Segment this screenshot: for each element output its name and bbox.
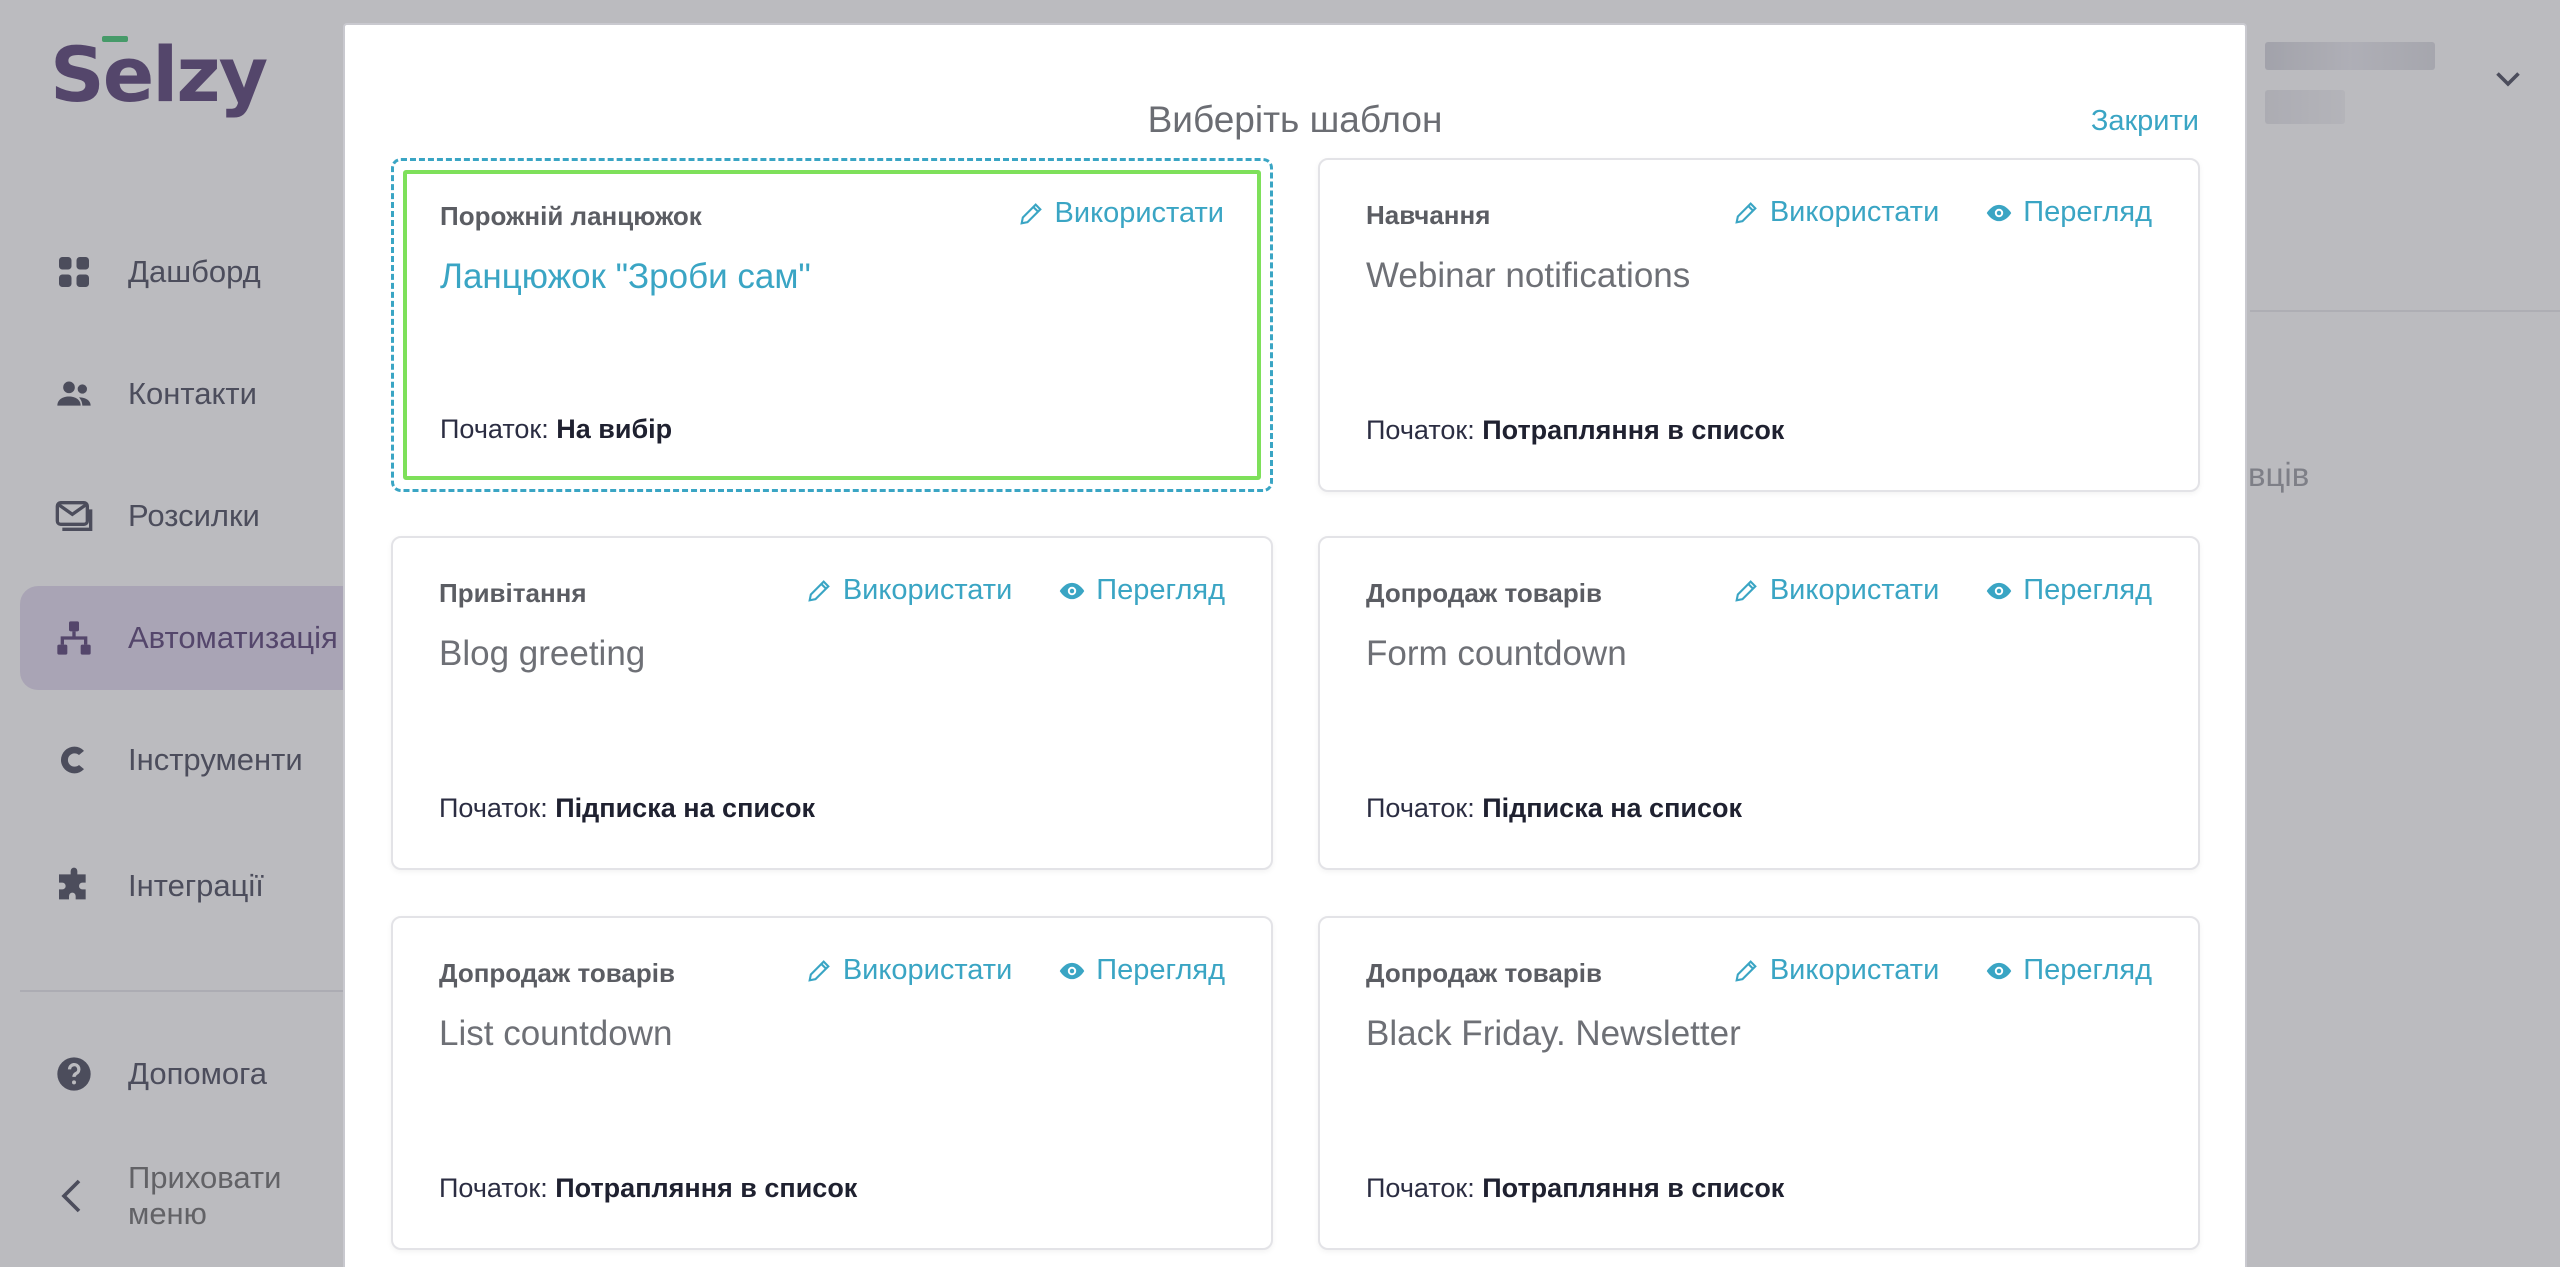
- use-template-button[interactable]: Використати: [805, 954, 1012, 987]
- use-template-button[interactable]: Використати: [1732, 196, 1939, 229]
- card-actions: Використати Перегляд: [1732, 574, 2152, 607]
- card-title: Webinar notifications: [1366, 256, 1691, 295]
- card-start: Початок: На вибір: [440, 414, 672, 445]
- card-actions: Використати: [1017, 197, 1224, 230]
- card-title: Black Friday. Newsletter: [1366, 1014, 1741, 1053]
- use-template-button[interactable]: Використати: [1732, 954, 1939, 987]
- eye-icon: [1058, 577, 1086, 605]
- start-prefix: Початок:: [439, 793, 548, 823]
- preview-button[interactable]: Перегляд: [1058, 574, 1225, 607]
- eye-icon: [1985, 577, 2013, 605]
- card-category: Привітання: [439, 578, 587, 608]
- card-actions: Використати Перегляд: [1732, 954, 2152, 987]
- card-category: Допродаж товарів: [1366, 578, 1602, 608]
- card-actions: Використати Перегляд: [1732, 196, 2152, 229]
- preview-label: Перегляд: [1096, 574, 1225, 606]
- use-label: Використати: [1769, 954, 1940, 986]
- card-start: Початок: Підписка на список: [439, 793, 815, 824]
- card-category: Допродаж товарів: [439, 958, 675, 988]
- eye-icon: [1985, 957, 2013, 985]
- pencil-icon: [1732, 957, 1760, 985]
- use-label: Використати: [1769, 196, 1940, 228]
- use-label: Використати: [1769, 574, 1940, 606]
- preview-label: Перегляд: [1096, 954, 1225, 986]
- template-card[interactable]: Допродаж товарів Використати Перегляд Bl…: [1318, 916, 2200, 1250]
- template-card[interactable]: Допродаж товарів Використати Перегляд Fo…: [1318, 536, 2200, 870]
- preview-button[interactable]: Перегляд: [1985, 196, 2152, 229]
- preview-label: Перегляд: [2023, 954, 2152, 986]
- card-title[interactable]: Ланцюжок "Зроби сам": [440, 257, 811, 297]
- card-start: Початок: Потрапляння в список: [439, 1173, 857, 1204]
- modal-title: Виберіть шаблон: [1147, 99, 1443, 140]
- card-category: Навчання: [1366, 200, 1491, 230]
- preview-button[interactable]: Перегляд: [1985, 574, 2152, 607]
- start-value: Потрапляння в список: [1482, 1173, 1785, 1203]
- start-prefix: Початок:: [1366, 793, 1475, 823]
- preview-label: Перегляд: [2023, 196, 2152, 228]
- template-card[interactable]: Допродаж товарів Використати Перегляд Li…: [391, 916, 1273, 1250]
- preview-button[interactable]: Перегляд: [1058, 954, 1225, 987]
- start-value: Потрапляння в список: [1482, 415, 1785, 445]
- card-category: Порожній ланцюжок: [440, 201, 702, 231]
- card-title: Form countdown: [1366, 634, 1627, 673]
- start-value: Потрапляння в список: [555, 1173, 858, 1203]
- use-label: Використати: [842, 574, 1013, 606]
- start-prefix: Початок:: [440, 414, 549, 444]
- close-button[interactable]: Закрити: [2091, 105, 2199, 138]
- eye-icon: [1058, 957, 1086, 985]
- card-actions: Використати Перегляд: [805, 954, 1225, 987]
- pencil-icon: [1017, 200, 1045, 228]
- card-actions: Використати Перегляд: [805, 574, 1225, 607]
- preview-label: Перегляд: [2023, 574, 2152, 606]
- template-card[interactable]: Навчання Використати Перегляд Webinar no…: [1318, 158, 2200, 492]
- start-value: Підписка на список: [1482, 793, 1743, 823]
- template-card[interactable]: Порожній ланцюжок Використати Ланцюжок "…: [391, 158, 1273, 492]
- use-label: Використати: [1054, 197, 1224, 229]
- card-start: Початок: Підписка на список: [1366, 793, 1742, 824]
- start-prefix: Початок:: [1366, 415, 1475, 445]
- start-value: На вибір: [556, 414, 673, 444]
- use-template-button[interactable]: Використати: [1732, 574, 1939, 607]
- pencil-icon: [805, 577, 833, 605]
- pencil-icon: [1732, 199, 1760, 227]
- template-card[interactable]: Привітання Використати Перегляд Blog gre…: [391, 536, 1273, 870]
- use-template-button[interactable]: Використати: [1017, 197, 1224, 230]
- preview-button[interactable]: Перегляд: [1985, 954, 2152, 987]
- card-start: Початок: Потрапляння в список: [1366, 415, 1784, 446]
- eye-icon: [1985, 199, 2013, 227]
- pencil-icon: [805, 957, 833, 985]
- template-picker-modal: Виберіть шаблон Закрити Порожній ланцюжо…: [343, 23, 2247, 1267]
- card-category: Допродаж товарів: [1366, 958, 1602, 988]
- start-prefix: Початок:: [439, 1173, 548, 1203]
- use-label: Використати: [842, 954, 1013, 986]
- card-start: Початок: Потрапляння в список: [1366, 1173, 1784, 1204]
- card-title: List countdown: [439, 1014, 673, 1053]
- use-template-button[interactable]: Використати: [805, 574, 1012, 607]
- start-value: Підписка на список: [555, 793, 816, 823]
- card-title: Blog greeting: [439, 634, 646, 673]
- start-prefix: Початок:: [1366, 1173, 1475, 1203]
- pencil-icon: [1732, 577, 1760, 605]
